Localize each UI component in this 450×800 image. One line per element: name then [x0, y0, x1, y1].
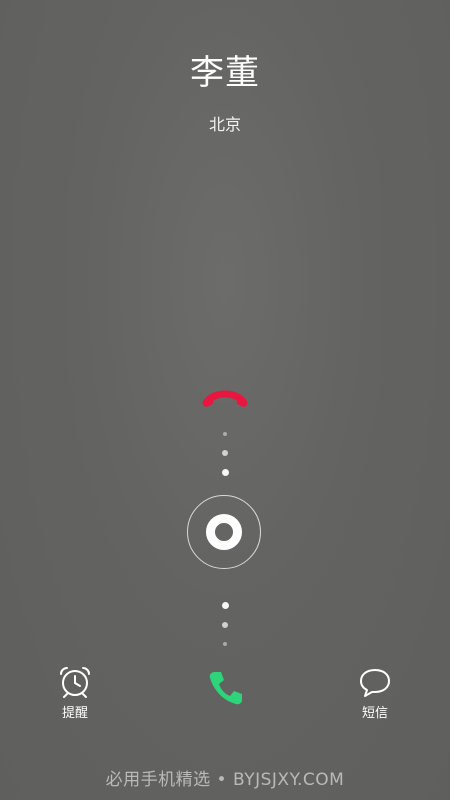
caller-location: 北京 — [208, 115, 241, 134]
speech-bubble-icon — [360, 669, 390, 697]
incoming-call-screen: 李董 北京 提醒 短信 必用手机精选 • BYJSJXY.COM — [0, 0, 450, 800]
answer-call-button[interactable] — [206, 668, 246, 708]
call-slider-handle[interactable] — [187, 495, 261, 569]
slider-knob — [206, 514, 242, 550]
caller-name: 李董 — [190, 53, 260, 93]
swipe-up-indicator-dot — [222, 469, 229, 476]
swipe-down-indicator-dot — [222, 622, 228, 628]
hang-up-icon — [202, 390, 248, 407]
phone-icon — [209, 672, 242, 705]
swipe-down-indicator-dot — [223, 642, 227, 646]
watermark-text: 必用手机精选 • BYJSJXY.COM — [105, 770, 345, 790]
remind-label: 提醒 — [61, 706, 88, 721]
message-label: 短信 — [361, 706, 388, 721]
alarm-clock-icon — [60, 667, 90, 698]
remind-button[interactable]: 提醒 — [45, 666, 105, 721]
decline-call-button[interactable] — [201, 385, 249, 413]
swipe-up-indicator-dot — [223, 432, 227, 436]
swipe-down-indicator-dot — [222, 602, 229, 609]
swipe-up-indicator-dot — [222, 450, 228, 456]
message-button[interactable]: 短信 — [345, 666, 405, 721]
